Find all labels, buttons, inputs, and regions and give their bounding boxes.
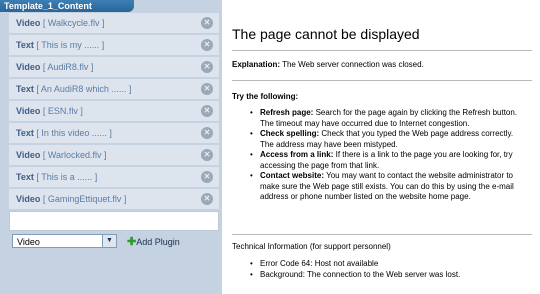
- remove-icon[interactable]: ✕: [201, 149, 213, 161]
- explanation: Explanation: The Web server connection w…: [232, 60, 424, 69]
- tips-list: Refresh page: Search for the page again …: [248, 108, 528, 203]
- add-plugin-button[interactable]: ✚Add Plugin: [127, 235, 180, 248]
- divider: [232, 50, 532, 51]
- list-item[interactable]: Video [ GamingEttiquet.flv ] ✕: [9, 189, 219, 209]
- item-type: Text: [16, 84, 34, 94]
- content-panel: Template_1_Content Video [ Walkcycle.flv…: [0, 0, 222, 294]
- list-item[interactable]: Video [ ESN.flv ] ✕: [9, 101, 219, 121]
- tech-list: Error Code 64: Host not available Backgr…: [248, 259, 528, 280]
- tech-item: Error Code 64: Host not available: [248, 259, 528, 270]
- remove-icon[interactable]: ✕: [201, 193, 213, 205]
- list-item[interactable]: Video [ Walkcycle.flv ] ✕: [9, 13, 219, 33]
- plugin-controls: Video ▼ ✚Add Plugin: [9, 234, 219, 258]
- add-plugin-label: Add Plugin: [136, 237, 180, 247]
- explanation-label: Explanation:: [232, 60, 281, 69]
- item-type: Video: [16, 18, 41, 28]
- divider: [232, 80, 532, 81]
- tip-label: Check spelling:: [260, 129, 320, 138]
- item-detail: [ In this video ...... ]: [36, 128, 112, 138]
- content-list: Video [ Walkcycle.flv ] ✕ Text [ This is…: [9, 13, 219, 233]
- tip-item: Access from a link: If there is a link t…: [248, 150, 528, 171]
- item-detail: [ This is a ...... ]: [36, 172, 98, 182]
- item-type: Video: [16, 150, 41, 160]
- try-heading: Try the following:: [232, 92, 299, 101]
- item-detail: [ GamingEttiquet.flv ]: [42, 194, 127, 204]
- tip-label: Refresh page:: [260, 108, 314, 117]
- remove-icon[interactable]: ✕: [201, 127, 213, 139]
- select-value: Video: [17, 237, 40, 247]
- item-detail: [ Walkcycle.flv ]: [42, 18, 105, 28]
- remove-icon[interactable]: ✕: [201, 39, 213, 51]
- list-item[interactable]: Video [ AudiR8.flv ] ✕: [9, 57, 219, 77]
- list-item[interactable]: Video [ Warlocked.flv ] ✕: [9, 145, 219, 165]
- item-detail: [ This is my ...... ]: [36, 40, 105, 50]
- item-type: Text: [16, 40, 34, 50]
- tip-item: Contact website: You may want to contact…: [248, 171, 528, 203]
- panel-title: Template_1_Content: [0, 0, 134, 12]
- remove-icon[interactable]: ✕: [201, 105, 213, 117]
- chevron-down-icon[interactable]: ▼: [102, 235, 116, 247]
- tip-label: Access from a link:: [260, 150, 334, 159]
- tech-heading: Technical Information (for support perso…: [232, 242, 391, 251]
- list-item[interactable]: Text [ This is my ...... ] ✕: [9, 35, 219, 55]
- remove-icon[interactable]: ✕: [201, 17, 213, 29]
- list-item[interactable]: Text [ In this video ...... ] ✕: [9, 123, 219, 143]
- item-detail: [ ESN.flv ]: [42, 106, 83, 116]
- item-type: Text: [16, 128, 34, 138]
- explanation-text: The Web server connection was closed.: [280, 60, 424, 69]
- item-type: Video: [16, 62, 41, 72]
- tip-item: Refresh page: Search for the page again …: [248, 108, 528, 129]
- tech-item: Background: The connection to the Web se…: [248, 270, 528, 281]
- error-page: The page cannot be displayed Explanation…: [222, 0, 540, 294]
- remove-icon[interactable]: ✕: [201, 171, 213, 183]
- list-item[interactable]: Text [ An AudiR8 which ...... ] ✕: [9, 79, 219, 99]
- divider: [232, 234, 532, 235]
- empty-slot[interactable]: [9, 211, 219, 231]
- item-detail: [ Warlocked.flv ]: [42, 150, 107, 160]
- item-type: Video: [16, 194, 41, 204]
- item-detail: [ An AudiR8 which ...... ]: [36, 84, 132, 94]
- plugin-type-select[interactable]: Video ▼: [12, 234, 117, 248]
- tip-label: Contact website:: [260, 171, 325, 180]
- item-type: Text: [16, 172, 34, 182]
- item-type: Video: [16, 106, 41, 116]
- remove-icon[interactable]: ✕: [201, 61, 213, 73]
- remove-icon[interactable]: ✕: [201, 83, 213, 95]
- tip-item: Check spelling: Check that you typed the…: [248, 129, 528, 150]
- plus-icon: ✚: [127, 236, 137, 248]
- item-detail: [ AudiR8.flv ]: [42, 62, 94, 72]
- list-item[interactable]: Text [ This is a ...... ] ✕: [9, 167, 219, 187]
- page-title: The page cannot be displayed: [232, 26, 420, 42]
